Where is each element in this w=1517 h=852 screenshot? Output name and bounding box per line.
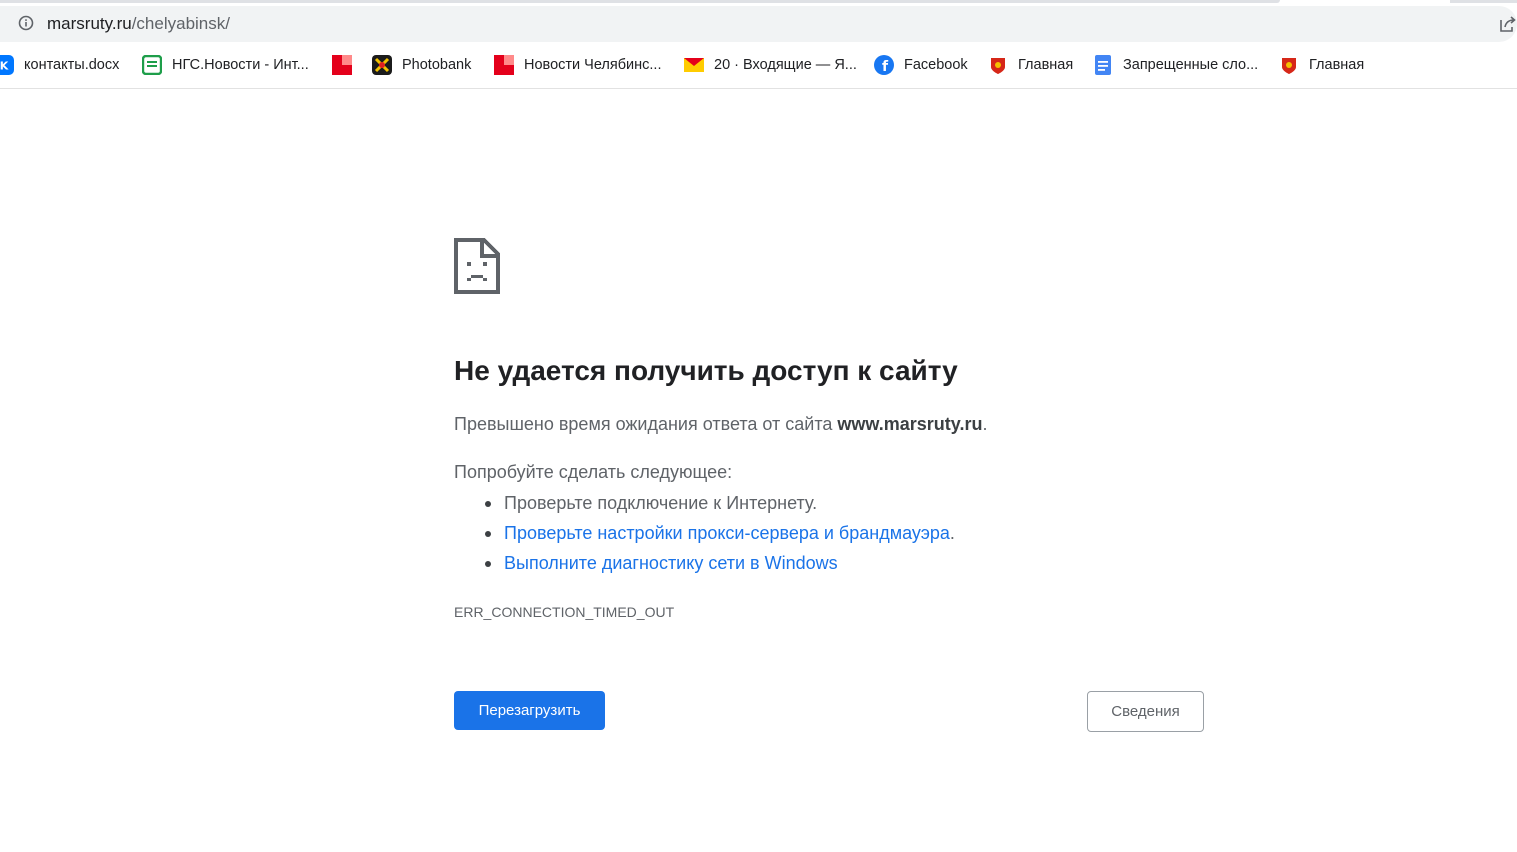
bookmark-glavnaya-1[interactable]: Главная <box>988 52 1073 78</box>
suggestion-check-proxy: Проверьте настройки прокси-сервера и бра… <box>454 522 955 552</box>
reload-button[interactable]: Перезагрузить <box>454 691 605 730</box>
suggestion-check-connection: Проверьте подключение к Интернету. <box>454 492 955 522</box>
vk-icon: K <box>0 55 14 75</box>
share-icon[interactable] <box>1499 15 1517 33</box>
bookmark-ngs[interactable]: НГС.Новости - Инт... <box>142 52 309 78</box>
browser-toolbar: marsruty.ru/chelyabinsk/ K контакты.docx… <box>0 0 1517 89</box>
error-subtitle: Превышено время ожидания ответа от сайта… <box>454 414 987 435</box>
details-button[interactable]: Сведения <box>1087 691 1204 732</box>
url-host: marsruty.ru <box>47 14 132 33</box>
bookmark-label: 20 · Входящие — Я... <box>714 57 857 73</box>
bookmark-label: Facebook <box>904 57 968 73</box>
url-path: /chelyabinsk/ <box>131 14 230 33</box>
bookmark-label: Запрещенные сло... <box>1123 57 1259 73</box>
bookmark-glavnaya-2[interactable]: Главная <box>1279 52 1364 78</box>
bookmark-mail[interactable]: 20 · Входящие — Я... <box>684 52 857 78</box>
bookmark-label: Photobank <box>402 57 472 73</box>
bookmark-label: Главная <box>1309 57 1365 73</box>
network-diagnostics-link[interactable]: Выполните диагностику сети в Windows <box>504 553 838 573</box>
emblem-icon <box>1279 55 1299 75</box>
address-url[interactable]: marsruty.ru/chelyabinsk/ <box>47 14 230 34</box>
suggestion-text: Проверьте подключение к Интернету. <box>504 493 818 513</box>
error-code: ERR_CONNECTION_TIMED_OUT <box>454 604 675 620</box>
bookmark-red[interactable] <box>332 52 362 78</box>
suggestions-list: Проверьте подключение к Интернету. Прове… <box>454 492 955 582</box>
svg-text:K: K <box>0 60 9 73</box>
bookmark-zapreshennye[interactable]: Запрещенные сло... <box>1093 52 1258 78</box>
emblem-icon <box>988 55 1008 75</box>
facebook-icon: f <box>874 55 894 75</box>
red-square-icon <box>332 55 352 75</box>
bookmark-novosti-chelyabinska[interactable]: Новости Челябинс... <box>494 52 661 78</box>
error-title: Не удается получить доступ к сайту <box>454 355 958 386</box>
bookmark-facebook[interactable]: f Facebook <box>874 52 968 78</box>
tab-strip-edge <box>0 0 1280 3</box>
svg-text:f: f <box>882 59 889 75</box>
tab-strip-edge-right <box>1450 0 1517 3</box>
subtitle-host: www.marsruty.ru <box>837 414 983 434</box>
bookmarks-bar: K контакты.docx НГС.Новости - Инт... Pho… <box>0 52 1517 78</box>
suggestions-heading: Попробуйте сделать следующее: <box>454 462 733 482</box>
subtitle-prefix: Превышено время ожидания ответа от сайта <box>454 414 838 434</box>
bookmark-label: НГС.Новости - Инт... <box>172 57 309 73</box>
mail-icon <box>684 55 704 75</box>
bookmark-label: Главная <box>1018 57 1074 73</box>
address-bar[interactable]: marsruty.ru/chelyabinsk/ <box>0 6 1517 42</box>
bookmark-photobank[interactable]: Photobank <box>372 52 471 78</box>
info-icon[interactable] <box>18 15 34 31</box>
docs-icon <box>1093 55 1113 75</box>
red-square-icon <box>494 55 514 75</box>
suggestion-suffix: . <box>949 523 955 543</box>
proxy-settings-link[interactable]: Проверьте настройки прокси-сервера и бра… <box>504 523 950 543</box>
subtitle-suffix: . <box>982 414 988 434</box>
bookmark-label: Новости Челябинс... <box>524 57 662 73</box>
bookmark-kontakty[interactable]: K контакты.docx <box>0 52 119 78</box>
photobank-icon <box>372 55 392 75</box>
ngs-icon <box>142 55 162 75</box>
bookmark-label: контакты.docx <box>24 57 120 73</box>
sad-page-icon <box>454 238 500 294</box>
suggestion-network-diagnostics: Выполните диагностику сети в Windows <box>454 552 955 582</box>
